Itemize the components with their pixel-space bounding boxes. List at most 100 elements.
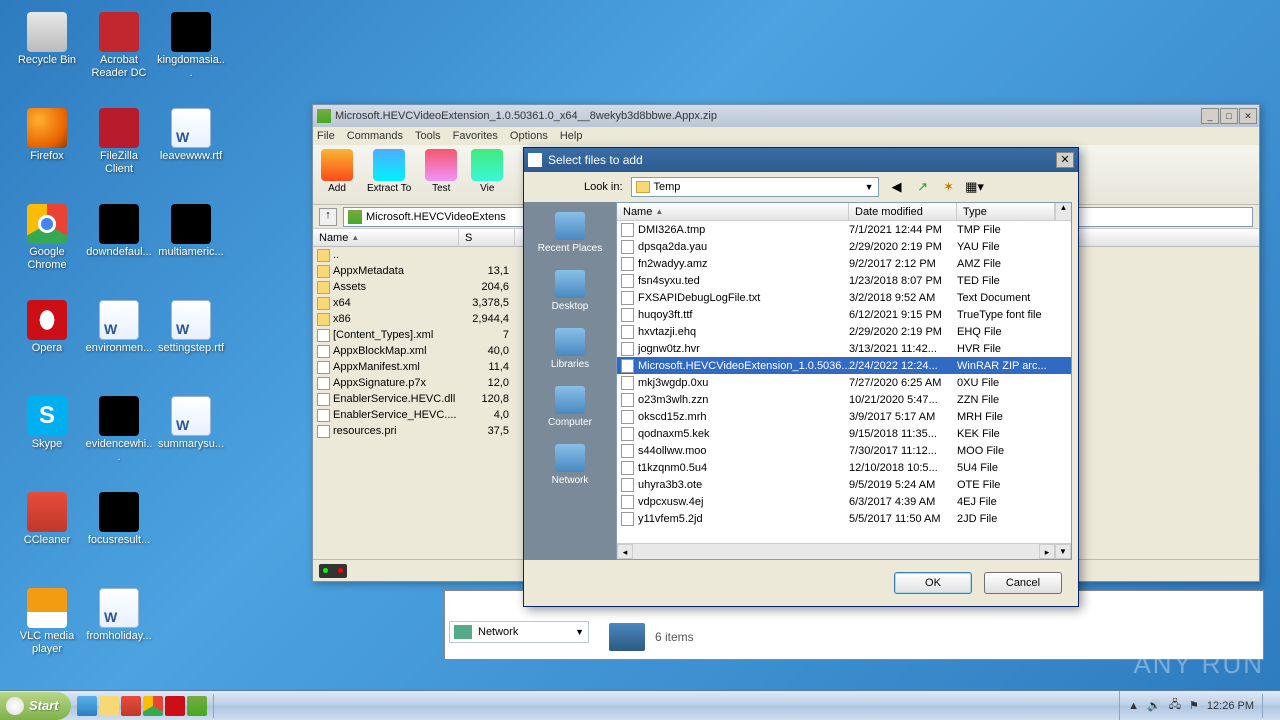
desktop-icon[interactable]: environmen... — [84, 296, 154, 392]
chevron-down-icon[interactable]: ▼ — [575, 627, 584, 637]
winrar-icon[interactable] — [187, 696, 207, 716]
toolbar-button[interactable]: Test — [425, 149, 457, 200]
col-type[interactable]: Type — [957, 203, 1055, 220]
desktop-icon[interactable]: summarysu... — [156, 392, 226, 488]
file-row[interactable]: dpsqa2da.yau2/29/2020 2:19 PMYAU File — [617, 238, 1071, 255]
file-row[interactable]: jognw0tz.hvr3/13/2021 11:42...HVR File — [617, 340, 1071, 357]
flag-icon[interactable]: ⚑ — [1189, 699, 1199, 712]
chevron-down-icon[interactable]: ▼ — [865, 182, 874, 192]
places-item[interactable]: Recent Places — [538, 212, 602, 254]
ok-button[interactable]: OK — [894, 572, 972, 594]
file-row[interactable]: vdpcxusw.4ej6/3/2017 4:39 AM4EJ File — [617, 493, 1071, 510]
explorer-nav-network[interactable]: Network ▼ — [449, 621, 589, 643]
menu-item[interactable]: Favorites — [453, 130, 498, 142]
col-date[interactable]: Date modified — [849, 203, 957, 220]
file-row[interactable]: s44ollww.moo7/30/2017 11:12...MOO File — [617, 442, 1071, 459]
file-row[interactable]: o23m3wlh.zzn10/21/2020 5:47...ZZN File — [617, 391, 1071, 408]
dialog-titlebar[interactable]: Select files to add ✕ — [524, 148, 1078, 172]
show-desktop[interactable] — [1262, 694, 1272, 718]
explorer-icon[interactable] — [99, 696, 119, 716]
menu-item[interactable]: Tools — [415, 130, 441, 142]
clock[interactable]: 12:26 PM — [1207, 700, 1254, 712]
place-icon — [555, 386, 585, 414]
winrar-menubar: File Commands Tools Favorites Options Help — [313, 127, 1259, 145]
desktop-icon[interactable]: fromholiday... — [84, 584, 154, 680]
desktop-icon[interactable]: focusresult... — [84, 488, 154, 584]
back-button[interactable]: ◀ — [887, 177, 907, 197]
desktop-icon[interactable]: Google Chrome — [12, 200, 82, 296]
desktop-icon[interactable]: Opera — [12, 296, 82, 392]
place-icon — [555, 328, 585, 356]
network-icon[interactable]: 🖧 — [1169, 696, 1181, 715]
winrar-titlebar[interactable]: Microsoft.HEVCVideoExtension_1.0.50361.0… — [313, 105, 1259, 127]
file-date: 1/23/2018 8:07 PM — [849, 275, 957, 287]
close-button[interactable]: ✕ — [1239, 108, 1257, 124]
places-item[interactable]: Libraries — [551, 328, 589, 370]
desktop-icon[interactable]: Acrobat Reader DC — [84, 8, 154, 104]
places-item[interactable]: Computer — [548, 386, 592, 428]
file-row[interactable]: fn2wadyy.amz9/2/2017 2:12 PMAMZ File — [617, 255, 1071, 272]
lookin-combobox[interactable]: Temp ▼ — [631, 177, 879, 197]
toolbar-button[interactable]: Add — [321, 149, 353, 200]
h-scrollbar[interactable]: ◂ ▸ ▼ — [617, 543, 1071, 559]
toolbar-button[interactable]: Extract To — [367, 149, 411, 200]
opera-icon[interactable] — [165, 696, 185, 716]
menu-item[interactable]: Help — [560, 130, 583, 142]
file-row[interactable]: t1kzqnm0.5u412/10/2018 10:5...5U4 File — [617, 459, 1071, 476]
col-name[interactable]: Name▲ — [313, 229, 459, 246]
scroll-left[interactable]: ◂ — [617, 544, 633, 559]
menu-item[interactable]: Commands — [347, 130, 403, 142]
app-icon — [171, 108, 211, 148]
ie-icon[interactable] — [77, 696, 97, 716]
menu-item[interactable]: File — [317, 130, 335, 142]
desktop-icon[interactable]: settingstep.rtf — [156, 296, 226, 392]
desktop-icon[interactable]: multiameric... — [156, 200, 226, 296]
dialog-close-button[interactable]: ✕ — [1056, 152, 1074, 168]
col-size[interactable]: S — [459, 229, 515, 246]
file-row[interactable]: y11vfem5.2jd5/5/2017 11:50 AM2JD File — [617, 510, 1071, 527]
file-icon — [621, 325, 634, 339]
file-row[interactable]: qodnaxm5.kek9/15/2018 11:35...KEK File — [617, 425, 1071, 442]
up-button[interactable]: ↗ — [913, 177, 933, 197]
file-row[interactable]: FXSAPIDebugLogFile.txt3/2/2018 9:52 AMTe… — [617, 289, 1071, 306]
scroll-down[interactable]: ▼ — [1055, 544, 1071, 559]
col-name[interactable]: Name▲ — [617, 203, 849, 220]
desktop-icon[interactable] — [156, 488, 226, 584]
desktop-icon[interactable]: Recycle Bin — [12, 8, 82, 104]
cancel-button[interactable]: Cancel — [984, 572, 1062, 594]
new-folder-button[interactable]: ✶ — [939, 177, 959, 197]
desktop-icon[interactable]: CCleaner — [12, 488, 82, 584]
file-icon — [621, 240, 634, 254]
minimize-button[interactable]: _ — [1201, 108, 1219, 124]
file-date: 3/9/2017 5:17 AM — [849, 411, 957, 423]
places-item[interactable]: Desktop — [552, 270, 589, 312]
file-row[interactable]: fsn4syxu.ted1/23/2018 8:07 PMTED File — [617, 272, 1071, 289]
menu-item[interactable]: Options — [510, 130, 548, 142]
desktop-icon[interactable]: SSkype — [12, 392, 82, 488]
places-item[interactable]: Network — [552, 444, 589, 486]
views-button[interactable]: ▦▾ — [965, 177, 985, 197]
file-row[interactable]: hxvtazji.ehq2/29/2020 2:19 PMEHQ File — [617, 323, 1071, 340]
file-row[interactable]: Microsoft.HEVCVideoExtension_1.0.5036...… — [617, 357, 1071, 374]
desktop-icon[interactable]: downdefaul... — [84, 200, 154, 296]
toolbar-button[interactable]: Vie — [471, 149, 503, 200]
file-row[interactable]: mkj3wgdp.0xu7/27/2020 6:25 AM0XU File — [617, 374, 1071, 391]
desktop-icon[interactable]: kingdomasia... — [156, 8, 226, 104]
scroll-right[interactable]: ▸ — [1039, 544, 1055, 559]
up-button[interactable]: ↑ — [319, 208, 337, 226]
file-row[interactable]: DMI326A.tmp7/1/2021 12:44 PMTMP File — [617, 221, 1071, 238]
chrome-icon[interactable] — [143, 696, 163, 716]
maximize-button[interactable]: □ — [1220, 108, 1238, 124]
start-button[interactable]: Start — [0, 692, 71, 720]
desktop-icon[interactable]: Firefox — [12, 104, 82, 200]
desktop-icon[interactable]: evidencewhi... — [84, 392, 154, 488]
file-row[interactable]: huqoy3ft.ttf6/12/2021 9:15 PMTrueType fo… — [617, 306, 1071, 323]
desktop-icon[interactable]: VLC media player — [12, 584, 82, 680]
tray-expand-icon[interactable]: ▲ — [1128, 700, 1139, 712]
desktop-icon[interactable]: FileZilla Client — [84, 104, 154, 200]
ccleaner-icon[interactable] — [121, 696, 141, 716]
desktop-icon[interactable]: leavewww.rtf — [156, 104, 226, 200]
volume-icon[interactable]: 🔊 — [1147, 699, 1161, 712]
file-row[interactable]: okscd15z.mrh3/9/2017 5:17 AMMRH File — [617, 408, 1071, 425]
file-row[interactable]: uhyra3b3.ote9/5/2019 5:24 AMOTE File — [617, 476, 1071, 493]
